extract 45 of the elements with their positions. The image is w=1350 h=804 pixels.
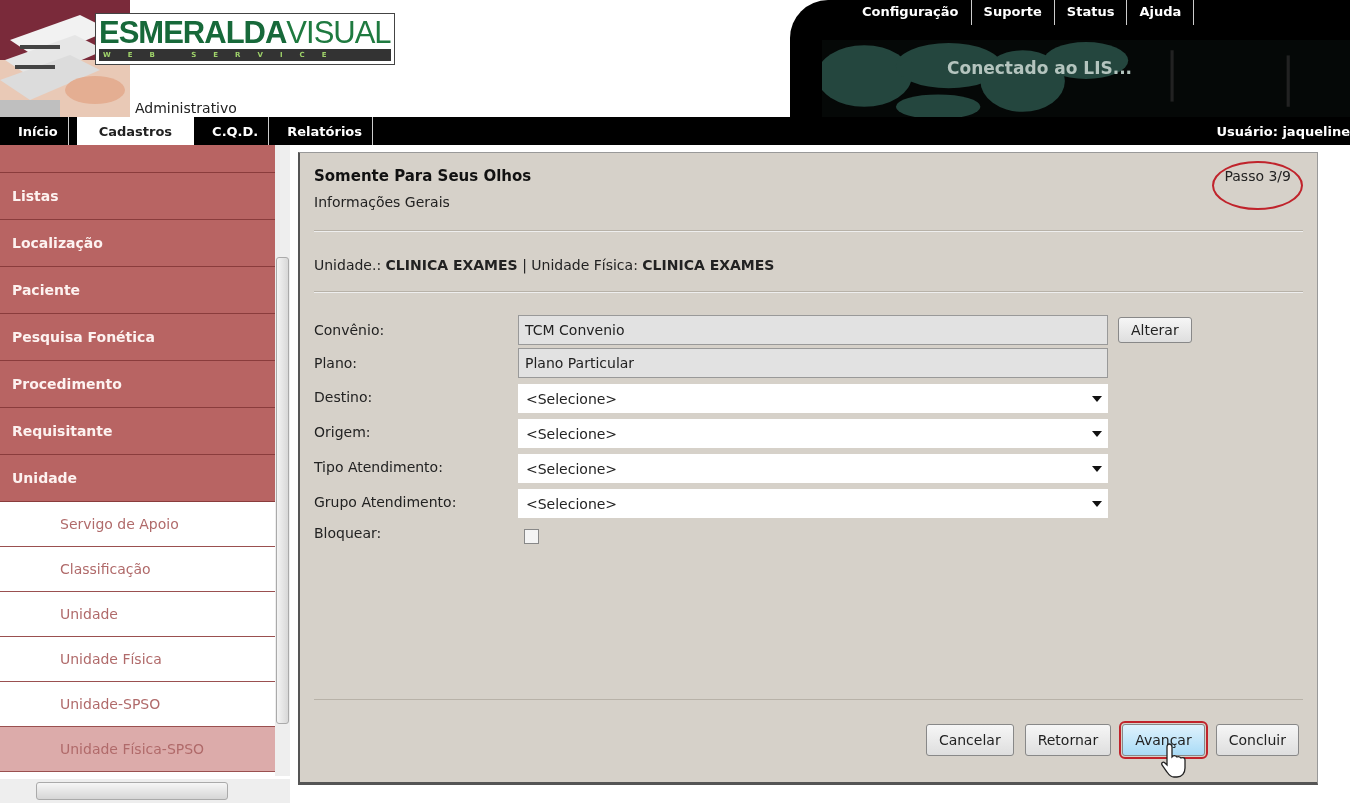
top-link[interactable]: Configuração — [850, 0, 972, 25]
sidebar-item[interactable]: Requisitante — [0, 408, 275, 455]
vertical-scrollbar[interactable] — [275, 145, 290, 776]
readonly-field: Plano Particular — [518, 348, 1108, 378]
panel-subtitle: Informações Gerais — [314, 194, 451, 210]
sidebar-item[interactable]: Listas — [0, 173, 275, 220]
field-label: Tipo Atendimento: — [314, 459, 444, 475]
dropdown-arrow-icon — [1092, 500, 1102, 507]
module-name: Administrativo — [135, 100, 237, 116]
wizard-button[interactable]: Avançar — [1122, 724, 1205, 756]
select-field[interactable]: <Selecione> — [518, 419, 1108, 448]
user-label: Usuário: jaqueline — [1216, 123, 1350, 139]
horizontal-scrollbar[interactable] — [0, 779, 290, 803]
panel-title: Somente Para Seus Olhos — [314, 167, 532, 185]
select-field[interactable]: <Selecione> — [518, 384, 1108, 413]
sidebar-item[interactable]: Localização — [0, 220, 275, 267]
wizard-button[interactable]: Cancelar — [925, 724, 1014, 756]
field-label: Destino: — [314, 389, 374, 405]
top-link[interactable]: Status — [1054, 0, 1128, 25]
field-label: Grupo Atendimento: — [314, 494, 458, 510]
sidebar-item[interactable]: Unidade — [0, 455, 275, 502]
top-link[interactable]: Suporte — [971, 0, 1055, 25]
unit-info: Unidade.: CLINICA EXAMES | Unidade Física: CLINICA EXAMES — [314, 257, 776, 273]
field-label: Origem: — [314, 424, 372, 440]
sidebar-item[interactable]: Procedimento — [0, 361, 275, 408]
readonly-field: TCM Convenio — [518, 315, 1108, 345]
sidebar-item[interactable] — [0, 145, 275, 173]
dropdown-arrow-icon — [1092, 430, 1102, 437]
select-field[interactable]: <Selecione> — [518, 454, 1108, 483]
sidebar-item[interactable]: Paciente — [0, 267, 275, 314]
wizard-button[interactable]: Concluir — [1215, 724, 1299, 756]
nav-tab[interactable]: Cadastros — [76, 117, 195, 145]
change-button[interactable]: Alterar — [1118, 317, 1192, 343]
top-link[interactable]: Ajuda — [1127, 0, 1195, 25]
connection-status: Conectado ao LIS... — [947, 58, 1133, 78]
checkbox[interactable] — [524, 529, 539, 544]
step-indicator: Passo 3/9 — [1212, 161, 1303, 210]
field-label: Plano: — [314, 355, 359, 371]
sidebar-item[interactable]: Pesquisa Fonética — [0, 314, 275, 361]
wizard-button[interactable]: Retornar — [1024, 724, 1112, 756]
select-field[interactable]: <Selecione> — [518, 489, 1108, 518]
field-label: Bloquear: — [314, 524, 383, 541]
dropdown-arrow-icon — [1092, 395, 1102, 402]
field-label: Convênio: — [314, 322, 386, 338]
dropdown-arrow-icon — [1092, 465, 1102, 472]
